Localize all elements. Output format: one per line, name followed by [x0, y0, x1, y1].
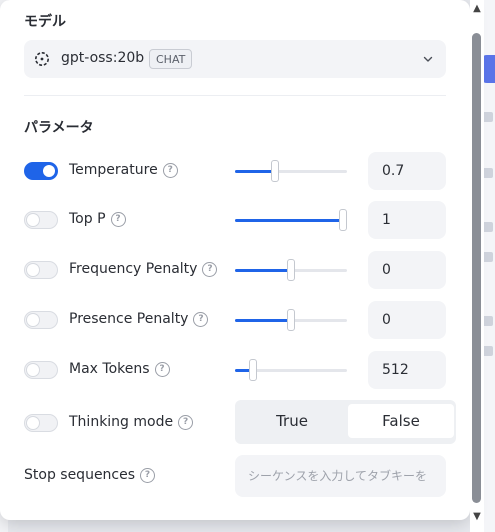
toggle-knob: [27, 364, 39, 376]
help-icon[interactable]: ?: [178, 414, 194, 430]
toggle-knob: [27, 214, 39, 226]
thinking-mode-toggle[interactable]: [24, 414, 58, 432]
param-row-max-tokens: Max Tokens? 512: [24, 351, 448, 391]
model-name: gpt-oss:20b: [61, 50, 145, 66]
model-type-badge: CHAT: [149, 49, 193, 69]
slider-fill: [235, 170, 275, 173]
help-icon[interactable]: ?: [162, 162, 178, 178]
temperature-label-text: Temperature: [69, 162, 158, 178]
frequency-penalty-label: Frequency Penalty?: [69, 261, 218, 277]
slider-thumb[interactable]: [271, 160, 279, 182]
chevron-down-icon: [423, 56, 433, 62]
slider-thumb[interactable]: [287, 309, 295, 331]
param-row-presence-penalty: Presence Penalty? 0: [24, 301, 448, 341]
top-p-slider[interactable]: [235, 209, 347, 231]
model-select[interactable]: gpt-oss:20b CHAT: [24, 40, 446, 78]
temperature-toggle[interactable]: [24, 162, 58, 180]
slider-thumb[interactable]: [249, 359, 257, 381]
slider-fill: [235, 319, 291, 322]
frequency-penalty-slider[interactable]: [235, 259, 347, 281]
param-row-thinking-mode: Thinking mode? True False: [24, 400, 456, 444]
top-p-label: Top P?: [69, 211, 126, 227]
scroll-down-arrow-icon[interactable]: ▼: [472, 512, 482, 522]
max-tokens-slider[interactable]: [235, 359, 347, 381]
scrollbar-thumb[interactable]: [472, 33, 481, 503]
presence-penalty-slider[interactable]: [235, 309, 347, 331]
top-p-toggle[interactable]: [24, 211, 58, 229]
top-p-value-input[interactable]: 1: [368, 201, 446, 239]
slider-fill: [235, 219, 343, 222]
frequency-penalty-value-input[interactable]: 0: [368, 251, 446, 289]
toggle-knob: [27, 314, 39, 326]
model-section-title: モデル: [24, 14, 66, 30]
thinking-mode-segmented-control: True False: [235, 400, 456, 444]
toggle-knob: [43, 165, 55, 177]
temperature-label: Temperature?: [69, 162, 178, 178]
toggle-knob: [27, 417, 39, 429]
presence-penalty-label: Presence Penalty?: [69, 311, 209, 327]
thinking-mode-true-option[interactable]: True: [239, 404, 345, 438]
frequency-penalty-toggle[interactable]: [24, 261, 58, 279]
presence-penalty-value-input[interactable]: 0: [368, 301, 446, 339]
temperature-slider[interactable]: [235, 160, 347, 182]
toggle-knob: [27, 264, 39, 276]
thinking-mode-false-option[interactable]: False: [348, 404, 454, 438]
param-row-top-p: Top P? 1: [24, 201, 448, 241]
stop-sequences-label-text: Stop sequences: [24, 467, 136, 483]
thinking-mode-label: Thinking mode?: [69, 414, 194, 430]
slider-fill: [235, 269, 291, 272]
temperature-value-input[interactable]: 0.7: [368, 152, 446, 190]
slider-thumb[interactable]: [287, 259, 295, 281]
params-section-title: パラメータ: [24, 120, 94, 136]
max-tokens-label: Max Tokens?: [69, 361, 170, 377]
param-row-temperature: Temperature? 0.7: [24, 152, 448, 192]
model-logo-icon: [35, 52, 49, 66]
help-icon[interactable]: ?: [110, 211, 126, 227]
help-icon[interactable]: ?: [154, 361, 170, 377]
slider-thumb[interactable]: [339, 209, 347, 231]
help-icon[interactable]: ?: [202, 261, 218, 277]
frequency-penalty-label-text: Frequency Penalty: [69, 261, 198, 277]
presence-penalty-label-text: Presence Penalty: [69, 311, 189, 327]
stop-sequences-label: Stop sequences?: [24, 467, 156, 483]
section-divider: [24, 95, 446, 96]
max-tokens-label-text: Max Tokens: [69, 361, 150, 377]
param-row-frequency-penalty: Frequency Penalty? 0: [24, 251, 448, 291]
stop-sequences-input[interactable]: シーケンスを入力してタブキーを: [235, 455, 446, 497]
scroll-up-arrow-icon[interactable]: ▲: [472, 4, 482, 14]
panel-scrollbar[interactable]: ▲ ▼: [470, 0, 484, 532]
thinking-mode-label-text: Thinking mode: [69, 414, 174, 430]
top-p-label-text: Top P: [69, 211, 106, 227]
help-icon[interactable]: ?: [193, 311, 209, 327]
model-settings-panel: モデル gpt-oss:20b CHAT パラメータ Temperature? …: [0, 0, 470, 520]
help-icon[interactable]: ?: [140, 467, 156, 483]
param-row-stop-sequences: Stop sequences? シーケンスを入力してタブキーを: [24, 455, 448, 497]
max-tokens-toggle[interactable]: [24, 361, 58, 379]
max-tokens-value-input[interactable]: 512: [368, 351, 446, 389]
presence-penalty-toggle[interactable]: [24, 311, 58, 329]
